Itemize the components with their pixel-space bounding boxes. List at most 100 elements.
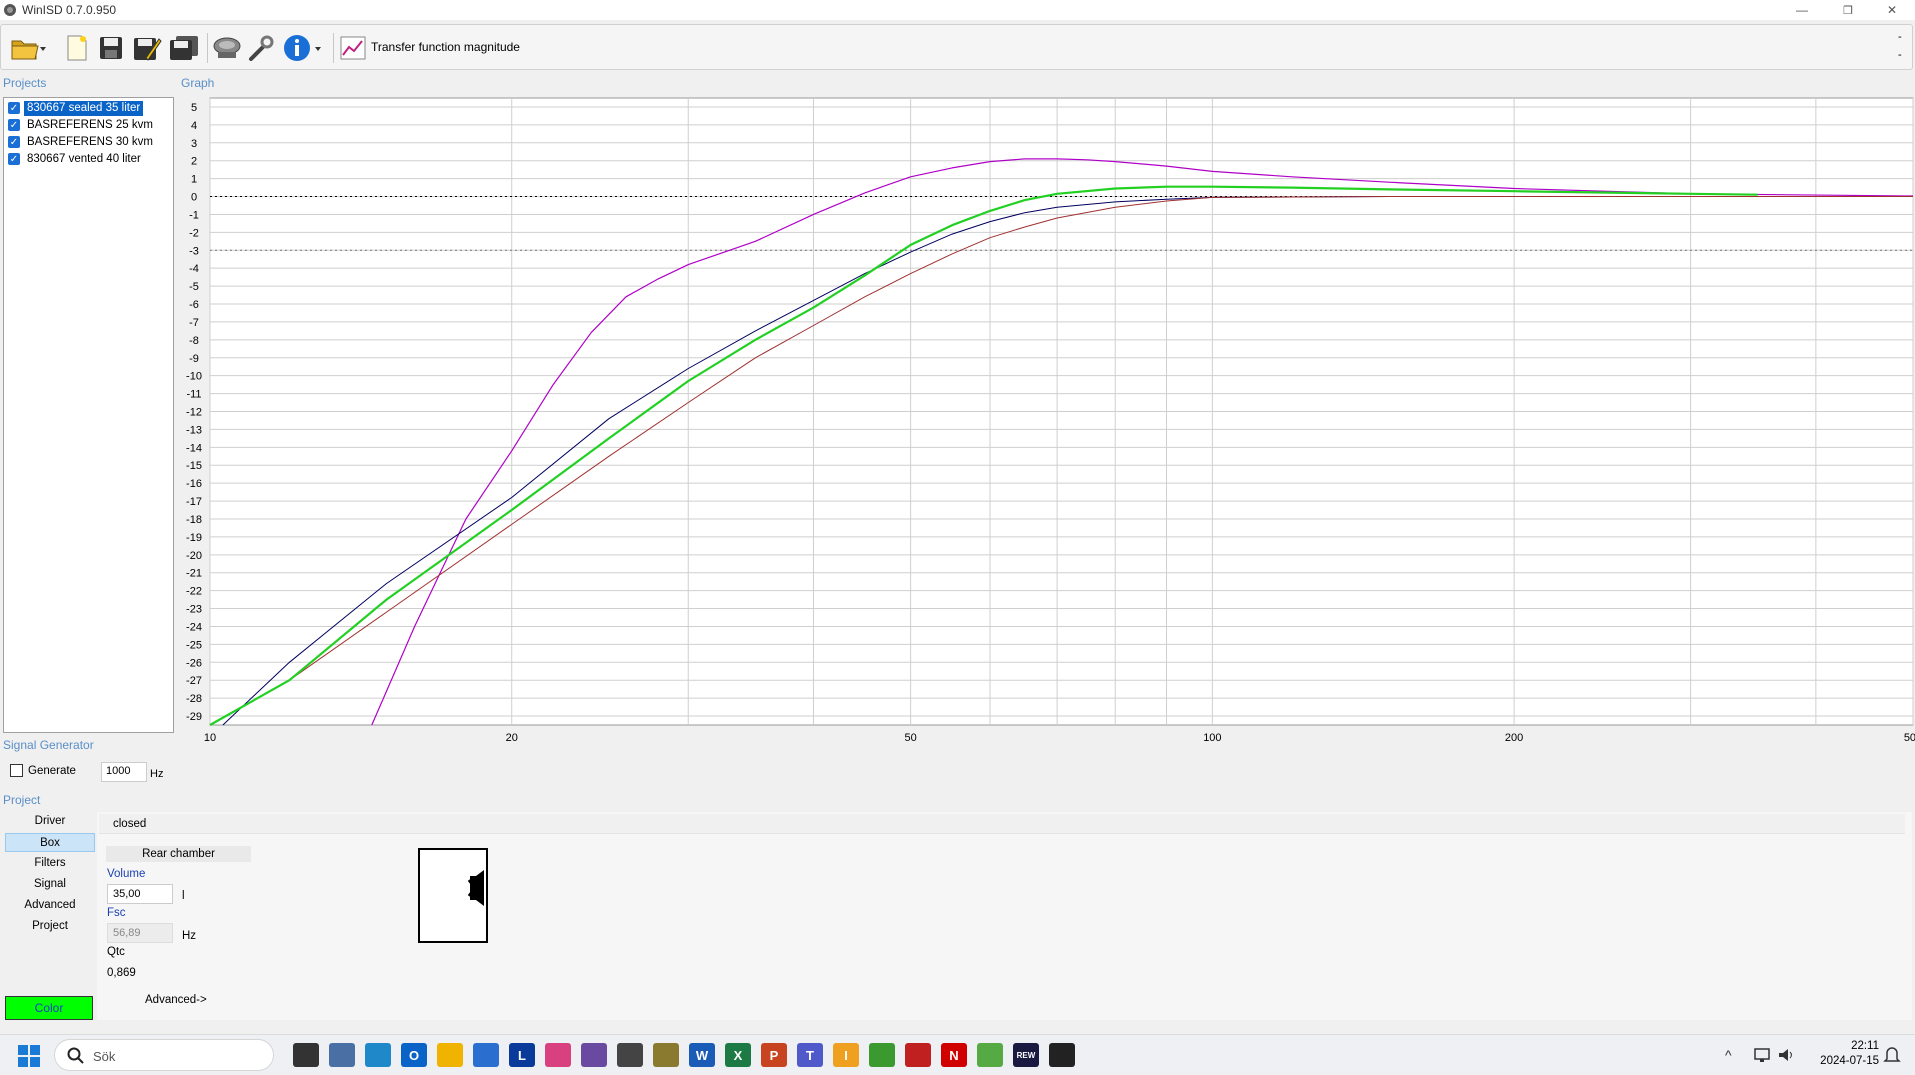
new-document-icon	[67, 35, 87, 61]
checkbox-checked-icon[interactable]: ✓	[8, 153, 20, 165]
save-all-icon	[170, 36, 198, 60]
y-tick-label: -12	[186, 407, 202, 419]
y-tick-label: -26	[186, 657, 202, 669]
save-button[interactable]	[97, 31, 125, 65]
project-label: BASREFERENS 30 kvm	[27, 135, 153, 148]
y-tick-label: -23	[186, 604, 202, 616]
media-app-icon[interactable]	[653, 1043, 679, 1067]
graph-icon	[340, 36, 366, 60]
graph-selector-button[interactable]	[338, 31, 368, 65]
taskbar-clock[interactable]: 22:11 2024-07-15	[1803, 1039, 1879, 1069]
toolbar-dash-bottom: -	[1898, 49, 1902, 61]
save-all-button[interactable]	[168, 31, 200, 65]
audio-app-icon[interactable]	[581, 1043, 607, 1067]
red-app-icon[interactable]	[905, 1043, 931, 1067]
taskbar-search[interactable]: Sök	[54, 1039, 274, 1071]
generate-checkbox-row[interactable]: Generate	[10, 764, 76, 777]
project-item[interactable]: ✓ 830667 vented 40 liter	[8, 151, 144, 167]
project-label: BASREFERENS 25 kvm	[27, 118, 153, 131]
close-button[interactable]: ✕	[1869, 0, 1915, 20]
open-button[interactable]	[9, 31, 47, 65]
edge-icon[interactable]	[365, 1043, 391, 1067]
y-tick-label: -18	[186, 514, 202, 526]
rew-icon[interactable]: REW	[1013, 1043, 1039, 1067]
info-button[interactable]	[282, 31, 324, 65]
android-app-icon[interactable]	[869, 1043, 895, 1067]
box-type-tab[interactable]: closed	[99, 814, 1905, 834]
l-app-icon[interactable]: L	[509, 1043, 535, 1067]
new-button[interactable]	[64, 31, 90, 65]
nav-signal[interactable]: Signal	[5, 875, 95, 894]
checkbox-checked-icon[interactable]: ✓	[8, 102, 20, 114]
title-bar: WinISD 0.7.0.950 — ❐ ✕	[0, 0, 1915, 20]
project-item[interactable]: ✓ 830667 sealed 35 liter	[8, 100, 144, 116]
tools-button[interactable]	[247, 31, 275, 65]
nav-box[interactable]: Box	[5, 833, 95, 852]
netflix-icon[interactable]: N	[941, 1043, 967, 1067]
task-view-icon[interactable]	[293, 1043, 319, 1067]
restore-button[interactable]: ❐	[1825, 0, 1871, 20]
y-tick-label: -27	[186, 675, 202, 687]
y-tick-label: -9	[189, 353, 199, 365]
y-tick-label: -2	[189, 227, 199, 239]
windows-start-icon[interactable]	[18, 1045, 40, 1067]
projects-list[interactable]: ✓ 830667 sealed 35 liter ✓ BASREFERENS 2…	[3, 97, 174, 733]
nav-project[interactable]: Project	[5, 917, 95, 936]
driver-editor-button[interactable]	[212, 31, 242, 65]
x-tick-label: 10	[204, 732, 216, 744]
nav-advanced[interactable]: Advanced	[5, 896, 95, 915]
project-item[interactable]: ✓ BASREFERENS 25 kvm	[8, 117, 156, 133]
fsc-readonly-field: 56,89	[107, 923, 173, 943]
toolbar: Transfer function magnitude - -	[0, 24, 1913, 70]
i-app-icon[interactable]: I	[833, 1043, 859, 1067]
y-tick-label: 0	[191, 192, 197, 204]
info-icon	[284, 35, 321, 61]
advanced-link[interactable]: Advanced->	[145, 994, 207, 1006]
volume-icon[interactable]	[1776, 1045, 1796, 1065]
x-tick-label: 200	[1505, 732, 1523, 744]
nav-filters[interactable]: Filters	[5, 854, 95, 873]
graph-type-label[interactable]: Transfer function magnitude	[371, 40, 520, 54]
y-tick-label: 5	[191, 102, 197, 114]
word-icon[interactable]: W	[689, 1043, 715, 1067]
capcut-icon[interactable]	[1049, 1043, 1075, 1067]
calculator-icon[interactable]	[329, 1043, 355, 1067]
winisd-icon[interactable]	[617, 1043, 643, 1067]
file-explorer-icon[interactable]	[437, 1043, 463, 1067]
generate-label: Generate	[28, 764, 76, 777]
teams-icon[interactable]: T	[797, 1043, 823, 1067]
notification-bell-icon[interactable]	[1883, 1045, 1901, 1065]
qtc-value: 0,869	[107, 967, 136, 979]
checkbox-checked-icon[interactable]: ✓	[8, 119, 20, 131]
minimize-button[interactable]: —	[1779, 0, 1825, 20]
search-icon	[67, 1047, 84, 1064]
excel-icon[interactable]: X	[725, 1043, 751, 1067]
clock-time: 22:11	[1851, 1040, 1879, 1052]
transfer-function-graph[interactable]: 543210-1-2-3-4-5-6-7-8-9-10-11-12-13-14-…	[178, 88, 1915, 793]
projects-section-label: Projects	[3, 76, 47, 90]
save-as-button[interactable]	[132, 31, 162, 65]
powerpoint-icon[interactable]: P	[761, 1043, 787, 1067]
volume-input[interactable]: 35,00	[107, 884, 173, 904]
y-tick-label: -6	[189, 299, 199, 311]
color-button[interactable]: Color	[5, 996, 93, 1020]
network-icon[interactable]	[1752, 1045, 1772, 1065]
y-tick-label: -19	[186, 532, 202, 544]
project-item[interactable]: ✓ BASREFERENS 30 kvm	[8, 134, 156, 150]
signal-frequency-input[interactable]: 1000	[101, 762, 147, 782]
driver-speaker-icon	[213, 37, 241, 58]
store-icon[interactable]	[473, 1043, 499, 1067]
y-tick-label: -1	[189, 209, 199, 221]
y-tick-label: 2	[191, 156, 197, 168]
checkbox-checked-icon[interactable]: ✓	[8, 136, 20, 148]
outlook-icon[interactable]: O	[401, 1043, 427, 1067]
torrent-icon[interactable]	[977, 1043, 1003, 1067]
tools-icon	[249, 35, 274, 61]
tray-chevron-icon[interactable]: ^	[1725, 1035, 1732, 1075]
signal-frequency-unit: Hz	[150, 768, 164, 780]
snipping-tool-icon[interactable]	[545, 1043, 571, 1067]
y-tick-label: -28	[186, 693, 202, 705]
generate-checkbox[interactable]	[10, 764, 23, 777]
y-tick-label: -24	[186, 621, 202, 633]
nav-driver[interactable]: Driver	[5, 812, 95, 831]
